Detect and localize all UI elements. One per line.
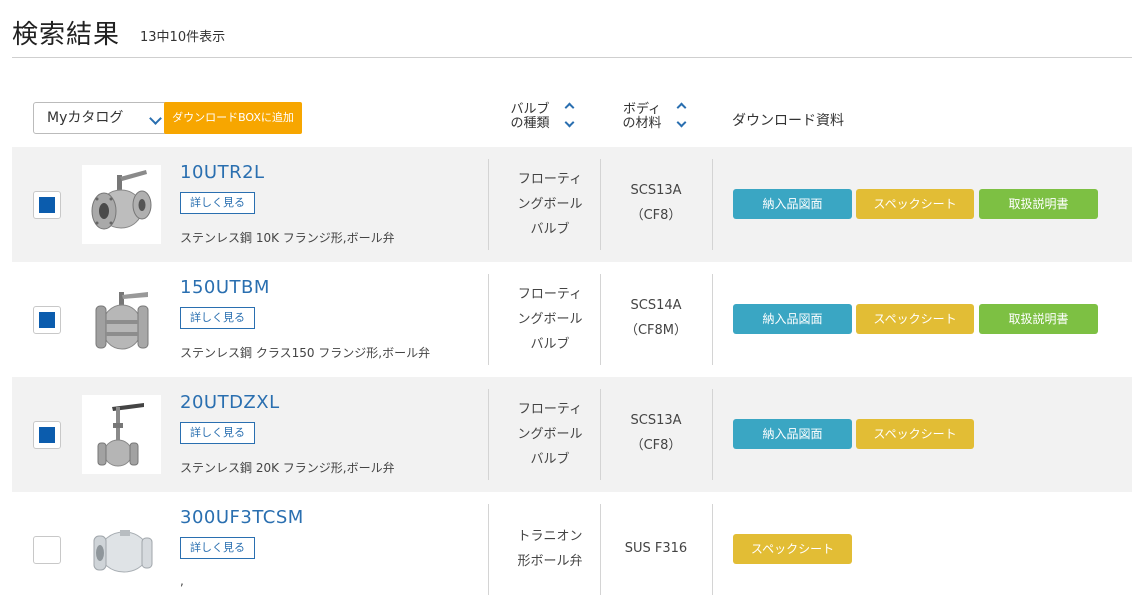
product-select-checkbox[interactable] <box>33 536 61 564</box>
product-image[interactable] <box>82 280 161 359</box>
checkbox-checked-fill <box>39 427 55 443</box>
column-divider <box>488 504 489 595</box>
results-header: 検索結果 13中10件表示 <box>12 10 1132 58</box>
product-description: , <box>180 574 184 588</box>
valve-type-cell: フローティ ングボール バルブ <box>517 172 583 237</box>
body-material-cell: SCS14A （CF8M） <box>624 298 688 338</box>
trunnion-valve-image <box>93 530 153 573</box>
spec-sheet-button[interactable]: スペックシート <box>856 304 974 334</box>
body-material-cell: SUS F316 <box>624 541 688 556</box>
product-description: ステンレス鋼 クラス150 フランジ形,ボール弁 <box>180 346 431 360</box>
chevron-down-icon[interactable] <box>564 117 575 128</box>
column-divider <box>712 389 713 480</box>
column-divider <box>712 504 713 595</box>
page-title: 検索結果 <box>12 20 121 50</box>
column-divider <box>600 504 601 595</box>
product-select-checkbox[interactable] <box>33 421 61 449</box>
instruction-manual-button[interactable]: 取扱説明書 <box>979 304 1098 334</box>
valve-type-cell: フローティ ングボール バルブ <box>517 287 583 352</box>
body-material-cell: SCS13A （CF8） <box>630 413 682 453</box>
view-details-button[interactable]: 詳しく見る <box>180 422 255 444</box>
product-row: 300UF3TCSM 詳しく見る , トラニオン 形ボール弁 SUS F316 … <box>12 492 1132 607</box>
spec-sheet-button[interactable]: スペックシート <box>733 534 852 564</box>
spec-sheet-button[interactable]: スペックシート <box>856 189 974 219</box>
sort-body-material-toggle[interactable] <box>676 100 688 130</box>
chevron-down-icon <box>149 112 162 125</box>
chevron-up-icon[interactable] <box>676 102 687 113</box>
chevron-down-icon[interactable] <box>676 117 687 128</box>
ball-valve-image <box>95 292 149 350</box>
column-divider <box>600 159 601 250</box>
column-divider <box>600 389 601 480</box>
product-description: ステンレス鋼 20K フランジ形,ボール弁 <box>180 461 395 475</box>
product-image[interactable] <box>82 395 161 474</box>
product-select-checkbox[interactable] <box>33 191 61 219</box>
checkbox-checked-fill <box>39 197 55 213</box>
column-divider <box>488 274 489 365</box>
product-image[interactable] <box>82 165 161 244</box>
product-description: ステンレス鋼 10K フランジ形,ボール弁 <box>180 231 395 245</box>
product-row: 20UTDZXL 詳しく見る ステンレス鋼 20K フランジ形,ボール弁 フロー… <box>12 377 1132 492</box>
spec-sheet-button[interactable]: スペックシート <box>856 419 974 449</box>
product-image[interactable] <box>82 510 161 589</box>
instruction-manual-button[interactable]: 取扱説明書 <box>979 189 1098 219</box>
product-name-link[interactable]: 150UTBM <box>180 277 270 298</box>
valve-type-cell: トラニオン 形ボール弁 <box>517 529 583 569</box>
view-details-button[interactable]: 詳しく見る <box>180 307 255 329</box>
column-header-body-material: ボディ の材料 <box>622 102 662 131</box>
result-count: 13中10件表示 <box>140 30 226 45</box>
add-to-download-box-button[interactable]: ダウンロードBOXに追加 <box>164 102 302 134</box>
product-name-link[interactable]: 300UF3TCSM <box>180 507 304 528</box>
extended-stem-valve-image <box>97 403 144 467</box>
my-catalog-dropdown[interactable]: Myカタログ <box>33 102 171 134</box>
product-name-link[interactable]: 10UTR2L <box>180 162 265 183</box>
column-divider <box>712 274 713 365</box>
column-header-downloads: ダウンロード資料 <box>732 113 844 129</box>
delivery-drawing-button[interactable]: 納入品図面 <box>733 304 852 334</box>
product-row: 10UTR2L 詳しく見る ステンレス鋼 10K フランジ形,ボール弁 フローテ… <box>12 147 1132 262</box>
ball-valve-image <box>91 170 152 230</box>
sort-valve-type-toggle[interactable] <box>564 100 576 130</box>
body-material-cell: SCS13A （CF8） <box>630 183 682 223</box>
product-name-link[interactable]: 20UTDZXL <box>180 392 280 413</box>
delivery-drawing-button[interactable]: 納入品図面 <box>733 189 852 219</box>
column-divider <box>488 159 489 250</box>
checkbox-checked-fill <box>39 312 55 328</box>
column-divider <box>600 274 601 365</box>
view-details-button[interactable]: 詳しく見る <box>180 537 255 559</box>
column-divider <box>488 389 489 480</box>
view-details-button[interactable]: 詳しく見る <box>180 192 255 214</box>
product-select-checkbox[interactable] <box>33 306 61 334</box>
chevron-up-icon[interactable] <box>564 102 575 113</box>
valve-type-cell: フローティ ングボール バルブ <box>517 402 583 467</box>
column-divider <box>712 159 713 250</box>
delivery-drawing-button[interactable]: 納入品図面 <box>733 419 852 449</box>
my-catalog-label: Myカタログ <box>47 110 124 126</box>
results-toolbar: Myカタログ ダウンロードBOXに追加 バルブ の種類 ボディ の材料 ダウンロ… <box>12 96 1132 142</box>
column-header-valve-type: バルブ の種類 <box>510 102 550 131</box>
product-row: 150UTBM 詳しく見る ステンレス鋼 クラス150 フランジ形,ボール弁 フ… <box>12 262 1132 377</box>
